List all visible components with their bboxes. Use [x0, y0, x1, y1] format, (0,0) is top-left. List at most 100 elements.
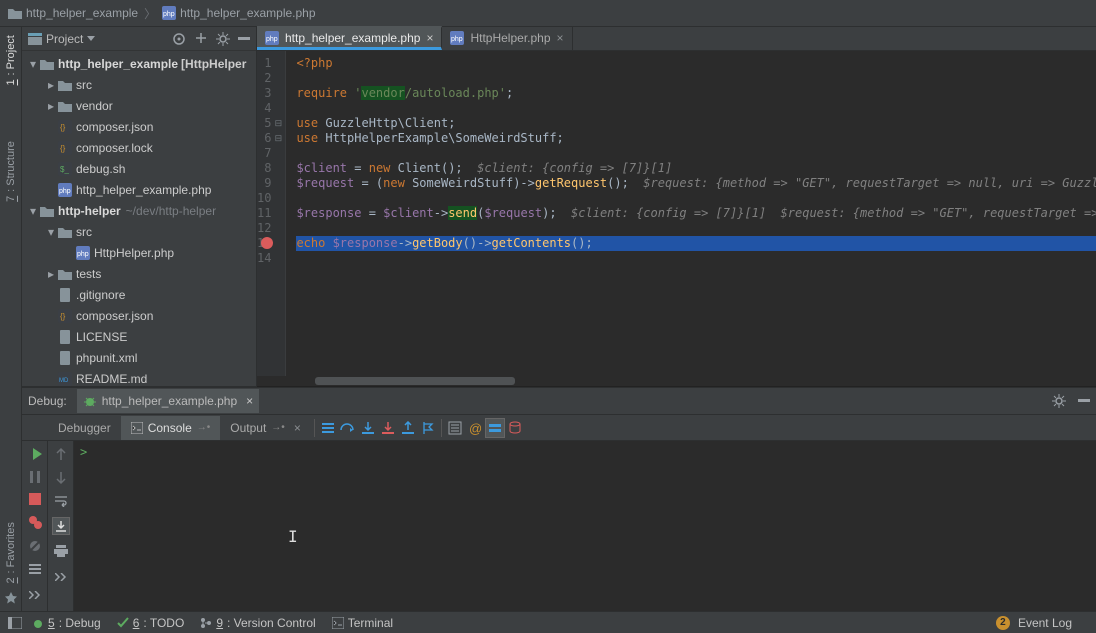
hide-icon[interactable] [1078, 399, 1090, 403]
terminal-icon [332, 617, 344, 629]
tree-row[interactable]: .gitignore [22, 284, 256, 305]
window-toggle-icon[interactable] [8, 617, 22, 629]
tab-console[interactable]: Console →• [121, 416, 221, 440]
locate-icon[interactable] [172, 32, 186, 46]
editor-tab-active[interactable]: php http_helper_example.php × [257, 26, 442, 50]
pin-icon: →• [271, 422, 285, 433]
mute-breakpoints-icon[interactable] [28, 539, 42, 553]
force-step-into-icon[interactable] [378, 418, 398, 438]
tree-icon: {} [58, 141, 72, 155]
scroll-to-end-icon[interactable] [52, 517, 70, 535]
db-icon[interactable] [505, 418, 525, 438]
tree-icon: php [76, 246, 90, 260]
print-icon[interactable] [54, 545, 68, 557]
tree-label: debug.sh [76, 162, 125, 176]
scrollbar-thumb[interactable] [315, 377, 515, 385]
tree-twisty[interactable]: ▾ [28, 57, 38, 71]
close-icon[interactable]: × [294, 421, 301, 435]
tree-row[interactable]: phpHttpHelper.php [22, 242, 256, 263]
breadcrumb-file[interactable]: php http_helper_example.php [160, 6, 317, 20]
tree-row[interactable]: MDREADME.md [22, 368, 256, 386]
rail-tab-structure[interactable]: 7: Structure [3, 133, 19, 210]
code-token: $request [296, 176, 354, 190]
tab-output[interactable]: Output →• × [220, 416, 311, 440]
tree-row[interactable]: {}composer.json [22, 116, 256, 137]
wrap-icon[interactable] [54, 495, 68, 507]
project-title[interactable]: Project [28, 32, 95, 46]
code-area[interactable]: <?php require 'vendor/autoload.php'; use… [286, 51, 1096, 386]
stop-icon[interactable] [29, 493, 41, 505]
tree-twisty[interactable]: ▸ [46, 267, 56, 281]
hide-icon[interactable] [238, 37, 250, 41]
close-icon[interactable]: × [426, 31, 433, 45]
tree-row[interactable]: ▸src [22, 74, 256, 95]
tree-row[interactable]: phpunit.xml [22, 347, 256, 368]
view-breakpoints-icon[interactable] [28, 515, 42, 529]
breadcrumb-root[interactable]: http_helper_example [6, 6, 140, 20]
tree-row[interactable]: ▾http_helper_example[HttpHelper [22, 53, 256, 74]
gutter[interactable]: 1234567891011121314 ⊟ ⊟ [257, 51, 286, 386]
step-into-icon[interactable] [358, 418, 378, 438]
more-icon[interactable] [55, 573, 67, 581]
tree-row[interactable]: ▸ tests [22, 263, 256, 284]
tree-row[interactable]: {}composer.lock [22, 137, 256, 158]
tree-row[interactable]: phphttp_helper_example.php [22, 179, 256, 200]
statusbar-terminal[interactable]: Terminal [332, 616, 393, 630]
resume-icon[interactable] [28, 447, 42, 461]
tree-row[interactable]: LICENSE [22, 326, 256, 347]
h-scrollbar[interactable] [257, 376, 1086, 386]
layers-icon[interactable] [485, 418, 505, 438]
project-tree[interactable]: ▾http_helper_example[HttpHelper▸src▸vend… [22, 51, 256, 386]
more-icon[interactable] [29, 591, 41, 599]
editor-body[interactable]: 1234567891011121314 ⊟ ⊟ <?php require 'v… [257, 51, 1096, 386]
tree-row[interactable]: ▸ vendor [22, 95, 256, 116]
statusbar-version-control[interactable]: 9: Version Control [200, 616, 315, 630]
up-arrow-icon[interactable] [55, 447, 67, 461]
tree-row[interactable]: $_debug.sh [22, 158, 256, 179]
rail-tab-favorites[interactable]: 2: Favorites [3, 514, 19, 591]
folder-icon [8, 7, 22, 19]
breakpoint-icon[interactable] [261, 237, 273, 249]
statusbar-todo[interactable]: 6: TODO [117, 616, 185, 630]
statusbar-debug[interactable]: 5: Debug [32, 616, 101, 630]
tree-row[interactable]: {}composer.json [22, 305, 256, 326]
debug-session-tab[interactable]: http_helper_example.php × [77, 389, 259, 413]
tab-debugger[interactable]: Debugger [48, 416, 121, 440]
step-over-icon[interactable] [338, 418, 358, 438]
console-area[interactable]: > I [74, 441, 1096, 611]
threads-icon[interactable] [318, 418, 338, 438]
star-icon[interactable] [4, 591, 18, 605]
tree-label: composer.json [76, 120, 153, 134]
evaluate-icon[interactable] [445, 418, 465, 438]
fold-marks[interactable]: ⊟ ⊟ [272, 56, 284, 146]
settings-list-icon[interactable] [28, 563, 42, 575]
step-out-icon[interactable] [398, 418, 418, 438]
at-icon[interactable]: @ [465, 418, 485, 438]
tree-label: vendor [76, 99, 113, 113]
tree-twisty[interactable]: ▸ [46, 99, 56, 113]
svg-text:php: php [163, 11, 175, 18]
tree-twisty[interactable]: ▾ [28, 204, 38, 218]
down-arrow-icon[interactable] [55, 471, 67, 485]
tree-twisty[interactable]: ▾ [46, 225, 56, 239]
tree-row[interactable]: ▾http-helper~/dev/http-helper [22, 200, 256, 221]
tab-label: Debugger [58, 421, 111, 435]
folder-icon [58, 225, 72, 239]
rail-tab-project[interactable]: 1: Project [3, 27, 19, 93]
editor-tab[interactable]: php HttpHelper.php × [442, 26, 572, 50]
project-toolwindow: Project ▾http_helper_example[HttpHelper▸… [22, 27, 257, 387]
collapse-icon[interactable] [194, 32, 208, 46]
run-to-cursor-icon[interactable] [418, 418, 438, 438]
statusbar-event-log[interactable]: 2 Event Log [996, 616, 1072, 630]
statusbar-number: 9 [216, 616, 223, 630]
pause-icon[interactable] [29, 471, 41, 483]
code-token: ; [506, 86, 513, 100]
gear-icon[interactable] [1052, 394, 1066, 408]
tree-icon [58, 99, 72, 113]
close-icon[interactable]: × [557, 31, 564, 45]
gear-icon[interactable] [216, 32, 230, 46]
close-icon[interactable]: × [246, 394, 253, 408]
tree-twisty[interactable]: ▸ [46, 78, 56, 92]
tree-label: tests [76, 267, 101, 281]
tree-row[interactable]: ▾src [22, 221, 256, 242]
